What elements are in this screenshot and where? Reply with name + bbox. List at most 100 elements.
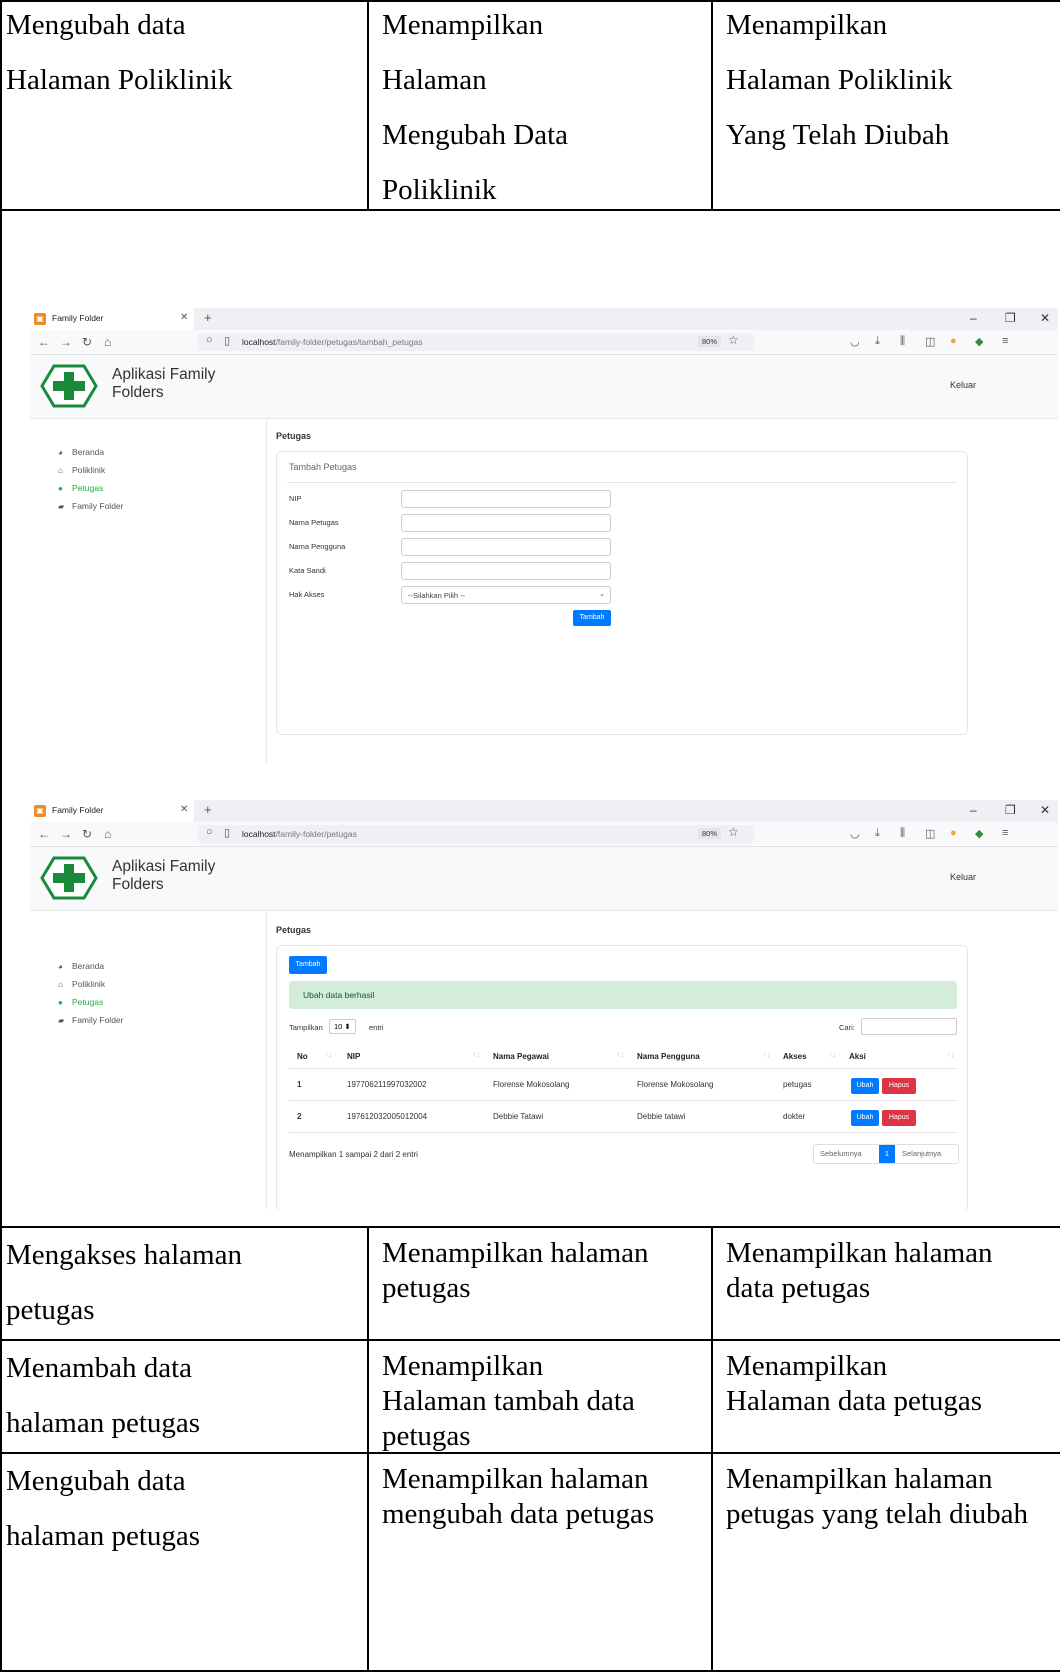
card-title: Tambah Petugas	[289, 462, 357, 472]
sidebar-icon[interactable]: ◫	[925, 827, 935, 840]
show-entries-label: Tampilkan	[289, 1023, 323, 1032]
tab-title: Family Folder	[52, 313, 104, 323]
sort-icon[interactable]: ↑↓	[829, 1052, 836, 1059]
submit-button[interactable]: Tambah	[573, 610, 611, 626]
delete-button[interactable]: Hapus	[882, 1110, 916, 1126]
logout-link[interactable]: Keluar	[950, 380, 976, 390]
sort-icon[interactable]: ↑↓	[325, 1052, 332, 1059]
menu-icon[interactable]: ≡	[1002, 335, 1008, 347]
prev-page-link[interactable]: Sebelumnya	[820, 1149, 862, 1158]
next-page-link[interactable]: Selanjutnya	[902, 1149, 941, 1158]
sidebar-item-poliklinik[interactable]: ⌂ Poliklinik	[58, 979, 105, 989]
browser-screenshot-list: ▣ Family Folder ✕ + – ❐ ✕ ← → ↻ ⌂ ○ ▯ lo…	[30, 800, 1058, 1210]
column-header-akses[interactable]: Akses	[783, 1052, 807, 1061]
table-row-divider	[289, 1132, 957, 1133]
bookmark-star-icon[interactable]: ☆	[728, 825, 739, 839]
cell-nip: 197706211997032002	[347, 1080, 427, 1089]
column-header-nip[interactable]: NIP	[347, 1052, 360, 1061]
forward-icon[interactable]: →	[60, 335, 72, 349]
forward-icon[interactable]: →	[60, 827, 72, 841]
sidebar-item-family-folder[interactable]: ▰ Family Folder	[58, 1015, 123, 1025]
logout-link[interactable]: Keluar	[950, 872, 976, 882]
sidebar-item-petugas[interactable]: ● Petugas	[58, 483, 103, 493]
kata-sandi-field[interactable]	[401, 562, 611, 580]
hak-akses-label: Hak Akses	[289, 590, 325, 599]
card-divider	[287, 482, 957, 483]
restore-icon[interactable]: ❐	[1005, 803, 1016, 817]
address-field[interactable]: ○ ▯ localhost/family-folder/petugas 80% …	[198, 825, 754, 843]
hak-akses-select[interactable]: --Silahkan Pilih -- ⌄	[401, 586, 611, 604]
sidebar-item-beranda[interactable]: ◕ Beranda	[58, 447, 104, 457]
pocket-icon[interactable]: ◡	[850, 335, 860, 348]
page-1-button[interactable]: 1	[879, 1145, 895, 1163]
download-icon[interactable]: ⤓	[875, 335, 880, 348]
library-icon[interactable]: ⫼	[900, 827, 905, 840]
browser-tab[interactable]: ▣ Family Folder ✕	[30, 800, 194, 822]
sidebar-icon[interactable]: ◫	[925, 335, 935, 348]
extension-icon[interactable]: ●	[950, 335, 957, 347]
pocket-icon[interactable]: ◡	[850, 827, 860, 840]
nama-petugas-field[interactable]	[401, 514, 611, 532]
reload-icon[interactable]: ↻	[82, 335, 92, 349]
tab-title: Family Folder	[52, 805, 104, 815]
back-icon[interactable]: ←	[38, 827, 50, 841]
edit-button[interactable]: Ubah	[851, 1110, 879, 1126]
sort-icon[interactable]: ↑↓	[947, 1052, 954, 1059]
sort-icon[interactable]: ↑↓	[617, 1052, 624, 1059]
zoom-level[interactable]: 80%	[698, 336, 722, 347]
close-icon[interactable]: ✕	[180, 804, 188, 815]
user-icon: ●	[58, 998, 63, 1007]
minimize-icon[interactable]: –	[970, 803, 977, 817]
cell-nama-pengguna: Debbie tatawi	[637, 1112, 686, 1121]
new-tab-icon[interactable]: +	[204, 802, 212, 817]
home-icon[interactable]: ⌂	[104, 335, 111, 349]
folder-favicon-icon: ▣	[34, 313, 46, 325]
menu-icon[interactable]: ≡	[1002, 827, 1008, 839]
page-title: Petugas	[276, 925, 312, 935]
zoom-level[interactable]: 80%	[698, 828, 722, 839]
page-title: Petugas	[276, 431, 312, 441]
data-card: Tambah Ubah data berhasil Tampilkan 10 ⬍…	[276, 945, 968, 1210]
page-size-select[interactable]: 10 ⬍	[329, 1019, 356, 1034]
expected-result-cell: Menampilkan halaman data petugas	[726, 1237, 993, 1304]
library-icon[interactable]: ⫼	[900, 335, 905, 348]
column-header-nama-pegawai[interactable]: Nama Pegawai	[493, 1052, 549, 1061]
sort-icon[interactable]: ↑↓	[473, 1052, 480, 1059]
browser-tab[interactable]: ▣ Family Folder ✕	[30, 308, 194, 330]
search-input[interactable]	[861, 1018, 957, 1035]
home-icon[interactable]: ⌂	[104, 827, 111, 841]
sidebar-item-family-folder[interactable]: ▰ Family Folder	[58, 501, 123, 511]
column-header-nama-pengguna[interactable]: Nama Pengguna	[637, 1052, 700, 1061]
extension-icon[interactable]: ◆	[975, 827, 983, 840]
close-window-icon[interactable]: ✕	[1040, 311, 1050, 325]
address-field[interactable]: ○ ▯ localhost/family-folder/petugas/tamb…	[198, 333, 754, 351]
reload-icon[interactable]: ↻	[82, 827, 92, 841]
delete-button[interactable]: Hapus	[882, 1078, 916, 1094]
shield-icon: ○	[206, 826, 213, 838]
sidebar-item-poliklinik[interactable]: ⌂ Poliklinik	[58, 465, 105, 475]
folder-icon: ▰	[58, 502, 65, 511]
column-header-aksi[interactable]: Aksi	[849, 1052, 866, 1061]
restore-icon[interactable]: ❐	[1005, 311, 1016, 325]
extension-icon[interactable]: ●	[950, 827, 957, 839]
extension-icon[interactable]: ◆	[975, 335, 983, 348]
column-header-no[interactable]: No	[297, 1052, 308, 1061]
close-window-icon[interactable]: ✕	[1040, 803, 1050, 817]
app-header: Aplikasi Family Folders Keluar	[30, 847, 1058, 911]
test-scenario-cell: Mengubah data halaman petugas	[6, 1465, 201, 1552]
back-icon[interactable]: ←	[38, 335, 50, 349]
add-button[interactable]: Tambah	[289, 956, 327, 974]
cell-akses: petugas	[783, 1080, 812, 1089]
sidebar-item-beranda[interactable]: ◕ Beranda	[58, 961, 104, 971]
edit-button[interactable]: Ubah	[851, 1078, 879, 1094]
bookmark-star-icon[interactable]: ☆	[728, 333, 739, 347]
dashboard-icon: ◕	[58, 448, 63, 457]
sort-icon[interactable]: ↑↓	[763, 1052, 770, 1059]
new-tab-icon[interactable]: +	[204, 310, 212, 325]
download-icon[interactable]: ⤓	[875, 827, 880, 840]
minimize-icon[interactable]: –	[970, 311, 977, 325]
nama-pengguna-field[interactable]	[401, 538, 611, 556]
nip-field[interactable]	[401, 490, 611, 508]
close-icon[interactable]: ✕	[180, 312, 188, 323]
sidebar-item-petugas[interactable]: ● Petugas	[58, 997, 103, 1007]
